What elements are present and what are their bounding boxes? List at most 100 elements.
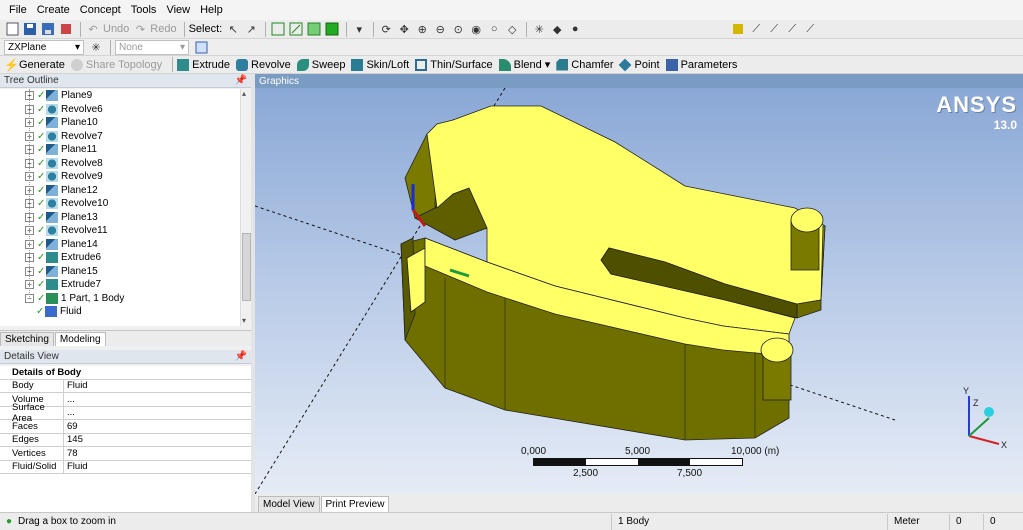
zoom-icon[interactable]: ⊕: [414, 21, 430, 37]
redo-icon[interactable]: ↷: [132, 21, 148, 37]
scroll-up-icon[interactable]: ▴: [242, 90, 246, 98]
new-plane-icon[interactable]: ✳: [88, 39, 104, 55]
zoom-out-icon[interactable]: ○: [486, 21, 502, 37]
details-row[interactable]: Fluid/Solid Fluid: [0, 460, 251, 474]
redo-button[interactable]: Redo: [150, 23, 176, 35]
tree-scrollbar[interactable]: ▴ ▾: [240, 89, 251, 326]
tree-item[interactable]: + ✓ Revolve7: [0, 130, 240, 144]
lightning-icon: ⚡: [4, 57, 19, 72]
tree-item[interactable]: + ✓ Revolve8: [0, 157, 240, 171]
tree-item[interactable]: + ✓ Revolve9: [0, 170, 240, 184]
display-point-icon[interactable]: ●: [567, 21, 583, 37]
tree-item[interactable]: + ✓ Revolve10: [0, 197, 240, 211]
select-face-icon[interactable]: [306, 21, 322, 37]
extrude-button[interactable]: Extrude: [177, 58, 230, 71]
tree-item[interactable]: ✓ Fluid: [0, 305, 240, 319]
menu-concept[interactable]: Concept: [75, 4, 126, 16]
display-edge-icon[interactable]: ⟋: [748, 21, 764, 37]
save-icon[interactable]: [22, 21, 38, 37]
chamfer-button[interactable]: Chamfer: [556, 58, 613, 71]
save-as-icon[interactable]: [40, 21, 56, 37]
details-row[interactable]: Surface Area...: [0, 402, 251, 424]
scrollbar-thumb[interactable]: [242, 233, 251, 301]
undo-button[interactable]: Undo: [103, 23, 129, 35]
tree-item[interactable]: + ✓ Plane13: [0, 211, 240, 225]
undo-icon[interactable]: ↶: [85, 21, 101, 37]
tree-item-label: 1 Part, 1 Body: [61, 292, 125, 304]
tree-item[interactable]: + ✓ Plane14: [0, 238, 240, 252]
tree-item[interactable]: − ✓ 1 Part, 1 Body: [0, 292, 240, 306]
iso-view-icon[interactable]: ◇: [504, 21, 520, 37]
display-edge-direction-icon[interactable]: ⟋: [766, 21, 782, 37]
display-model-icon[interactable]: ◆: [549, 21, 565, 37]
sketch-select[interactable]: None ▾: [115, 39, 189, 55]
tree-item[interactable]: + ✓ Extrude7: [0, 278, 240, 292]
select-point-icon[interactable]: [270, 21, 286, 37]
menu-file[interactable]: File: [4, 4, 32, 16]
zoom-box-icon[interactable]: ⊖: [432, 21, 448, 37]
details-row[interactable]: Body Fluid: [0, 379, 251, 393]
check-icon: ✓: [37, 292, 46, 304]
display-options-icon[interactable]: ⟋: [802, 21, 818, 37]
tab-print-preview[interactable]: Print Preview: [320, 496, 390, 512]
blend-button[interactable]: Blend ▾: [498, 58, 550, 71]
part-icon: [46, 292, 58, 304]
tree-item-label: Fluid: [60, 306, 82, 318]
plane-select[interactable]: ZXPlane ▾: [4, 39, 84, 55]
new-file-icon[interactable]: [4, 21, 20, 37]
scroll-down-icon[interactable]: ▾: [242, 317, 246, 325]
share-topology-button[interactable]: Share Topology: [70, 58, 162, 71]
new-sketch-icon[interactable]: [193, 39, 209, 55]
pin-icon[interactable]: 📌: [235, 75, 247, 86]
zoom-fit-icon[interactable]: ⊙: [450, 21, 466, 37]
details-key: Surface Area: [0, 402, 64, 424]
tree-item[interactable]: + ✓ Plane15: [0, 265, 240, 279]
thin-surface-button[interactable]: Thin/Surface: [415, 58, 493, 71]
tree-item[interactable]: + ✓ Plane10: [0, 116, 240, 130]
tab-model-view[interactable]: Model View: [258, 496, 320, 512]
skin-loft-button[interactable]: Skin/Loft: [351, 58, 409, 71]
selection-filter-icon[interactable]: ▾: [351, 21, 367, 37]
tree-item[interactable]: + ✓ Revolve6: [0, 103, 240, 117]
export-icon[interactable]: [58, 21, 74, 37]
tree-item[interactable]: + ✓ Plane12: [0, 184, 240, 198]
details-row[interactable]: Vertices 78: [0, 447, 251, 461]
select-body-icon[interactable]: [324, 21, 340, 37]
select-label: Select:: [188, 23, 223, 35]
menu-tools[interactable]: Tools: [126, 4, 162, 16]
details-row[interactable]: Edges 145: [0, 433, 251, 447]
select-dropdown-icon[interactable]: ↗: [243, 21, 259, 37]
zoom-in-icon[interactable]: ◉: [468, 21, 484, 37]
sweep-button[interactable]: Sweep: [296, 58, 345, 71]
select-edge-icon[interactable]: [288, 21, 304, 37]
graphics-viewport[interactable]: ANSYS 13.0 0,000 5,000 10,000 (m) 2,500 …: [255, 88, 1023, 494]
model-canvas[interactable]: [255, 88, 1023, 494]
tree-item[interactable]: + ✓ Revolve11: [0, 224, 240, 238]
look-at-icon[interactable]: ✳: [531, 21, 547, 37]
menu-create[interactable]: Create: [32, 4, 75, 16]
tab-sketching[interactable]: Sketching: [0, 332, 54, 346]
scale-segment: [690, 459, 742, 465]
details-row[interactable]: Faces 69: [0, 420, 251, 434]
tree-item[interactable]: + ✓ Plane11: [0, 143, 240, 157]
tree-item[interactable]: + ✓ Plane9: [0, 89, 240, 103]
check-icon: ✓: [37, 279, 46, 291]
parameters-button[interactable]: Parameters: [665, 58, 737, 71]
pin-icon[interactable]: 📌: [235, 351, 247, 362]
orientation-triad-icon[interactable]: Y Z X: [955, 382, 1011, 454]
display-plane-icon[interactable]: [730, 21, 746, 37]
rotate-icon[interactable]: ⟳: [378, 21, 394, 37]
units-display[interactable]: Meter: [888, 513, 950, 530]
menu-view[interactable]: View: [161, 4, 195, 16]
generate-button[interactable]: ⚡ Generate: [4, 59, 65, 71]
tree-item[interactable]: + ✓ Extrude6: [0, 251, 240, 265]
menu-help[interactable]: Help: [195, 4, 228, 16]
revolve-button[interactable]: Revolve: [236, 58, 291, 71]
graphics-title: Graphics: [259, 75, 300, 87]
tab-modeling[interactable]: Modeling: [54, 332, 106, 346]
point-button[interactable]: Point: [619, 58, 660, 71]
tree-outline: + ✓ Plane9 + ✓ Revolve6 + ✓ Plane10 + ✓ Revolve7 + ✓ P…: [0, 89, 240, 326]
display-vertices-icon[interactable]: ⟋: [784, 21, 800, 37]
select-mode-icon[interactable]: ↖: [225, 21, 241, 37]
pan-icon[interactable]: ✥: [396, 21, 412, 37]
